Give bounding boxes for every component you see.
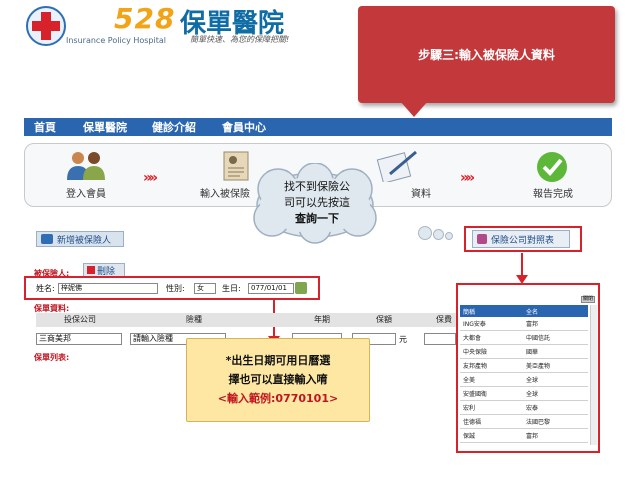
panel-row-divider <box>460 358 588 359</box>
panel-cell-full: 富邦 <box>526 321 539 328</box>
nav-item-home[interactable]: 首頁 <box>34 119 56 135</box>
note-line-2: 擇也可以直接輸入唷 <box>228 373 328 386</box>
add-insured-label: 新增被保險人 <box>57 236 112 246</box>
cloud-line-2: 司可以先按這 <box>284 196 350 209</box>
panel-scrollbar[interactable] <box>590 305 597 445</box>
panel-col-short: 簡稱 <box>463 309 476 316</box>
col-amount: 保額 <box>376 315 392 324</box>
panel-cell-full: 宏泰 <box>526 405 539 412</box>
panel-cell-full: 美亞產物 <box>526 363 551 370</box>
check-icon <box>537 152 567 182</box>
panel-row-divider <box>460 442 588 443</box>
compare-table-label: 保險公司對照表 <box>491 236 555 246</box>
compare-table-button[interactable]: 保險公司對照表 <box>472 230 570 248</box>
panel-header: 簡稱 全名 <box>460 305 588 317</box>
person-add-icon <box>41 234 53 244</box>
add-insured-button[interactable]: 新增被保險人 <box>36 231 124 247</box>
note-line-1: *出生日期可用日曆選 <box>225 354 331 367</box>
birth-label: 生日: <box>222 284 241 293</box>
panel-cell-short: 大都會 <box>463 335 482 342</box>
panel-cell-short: 友邦產物 <box>463 363 488 370</box>
panel-cell-full: 法國巴黎 <box>526 419 551 426</box>
panel-row-divider <box>460 414 588 415</box>
callout-tail <box>400 101 428 117</box>
delete-button[interactable]: 刪除 <box>83 263 125 277</box>
delete-icon <box>87 266 95 274</box>
panel-row-divider <box>460 386 588 387</box>
logo-cross-bar <box>32 21 60 31</box>
col-term: 年期 <box>314 315 330 324</box>
nav-item-checkup[interactable]: 健診介紹 <box>152 119 196 135</box>
cloud-line-1: 找不到保險公 <box>284 180 350 193</box>
step-label-login: 登入會員 <box>66 189 106 200</box>
panel-cell-short: 中央保險 <box>463 349 488 356</box>
thought-dot <box>445 232 453 240</box>
thought-dot <box>433 229 444 240</box>
panel-row-divider <box>460 330 588 331</box>
panel-row-divider <box>460 400 588 401</box>
panel-cell-full: 富邦 <box>526 433 539 440</box>
panel-cell-full: 國華 <box>526 349 539 356</box>
premium-field[interactable] <box>424 333 456 345</box>
panel-cell-short: 全美 <box>463 377 476 384</box>
amount-unit: 元 <box>399 335 407 344</box>
name-field[interactable]: 梓妮佛 <box>58 283 158 294</box>
col-company: 投保公司 <box>64 315 96 324</box>
panel-row-divider <box>460 372 588 373</box>
panel-cell-short: ING安泰 <box>463 321 486 328</box>
birth-field[interactable]: 077/01/01 <box>248 283 294 294</box>
logo-number: 528 <box>114 2 176 35</box>
step-label-data: 資料 <box>411 189 431 200</box>
policy-table-header: 投保公司 險種 年期 保額 保費 <box>36 313 456 327</box>
panel-cell-short: 保誠 <box>463 433 476 440</box>
panel-row-divider <box>460 344 588 345</box>
company-select[interactable]: 三商美邦 <box>36 333 122 345</box>
step-arrow-1: »» <box>143 170 158 186</box>
panel-cell-full: 全球 <box>526 391 539 398</box>
step-label-complete: 報告完成 <box>533 189 573 200</box>
panel-cell-full: 中國信託 <box>526 335 551 342</box>
logo-slogan: 簡單快速、為您的保障把關! <box>190 35 290 44</box>
step-arrow-3: »» <box>460 170 475 186</box>
policy-list-label: 保單列表: <box>34 353 70 362</box>
table-icon <box>477 234 487 244</box>
col-premium: 保費 <box>436 315 452 324</box>
panel-cell-short: 宏利 <box>463 405 476 412</box>
people-icon <box>67 152 105 180</box>
col-type: 險種 <box>186 315 202 324</box>
panel-row-divider <box>460 428 588 429</box>
panel-cell-short: 安盛國衛 <box>463 391 488 398</box>
callout-text: 步驟三:輸入被保險人資料 <box>418 48 555 62</box>
note-example: <輸入範例:0770101> <box>217 392 339 405</box>
calendar-icon[interactable] <box>295 282 307 294</box>
nav-item-member[interactable]: 會員中心 <box>222 119 266 135</box>
nav-item-policy-hospital[interactable]: 保單醫院 <box>83 119 127 135</box>
name-label: 姓名: <box>36 284 55 293</box>
gender-label: 性別: <box>166 284 185 293</box>
panel-col-full: 全名 <box>526 309 539 316</box>
cloud-line-3: 查詢一下 <box>295 212 339 225</box>
cloud-text: 找不到保險公 司可以先按這 查詢一下 <box>262 179 372 227</box>
pointer-arrow-shaft <box>521 253 523 277</box>
insured-form-row: 姓名: 梓妮佛 性別: 女 生日: 077/01/01 <box>36 281 311 297</box>
thought-dot <box>418 226 432 240</box>
gender-select[interactable]: 女 <box>194 283 216 294</box>
panel-cell-full: 全球 <box>526 377 539 384</box>
logo-english: Insurance Policy Hospital <box>66 36 166 45</box>
panel-close-button[interactable]: 關閉 <box>581 296 595 303</box>
panel-cell-short: 佳德福 <box>463 419 482 426</box>
